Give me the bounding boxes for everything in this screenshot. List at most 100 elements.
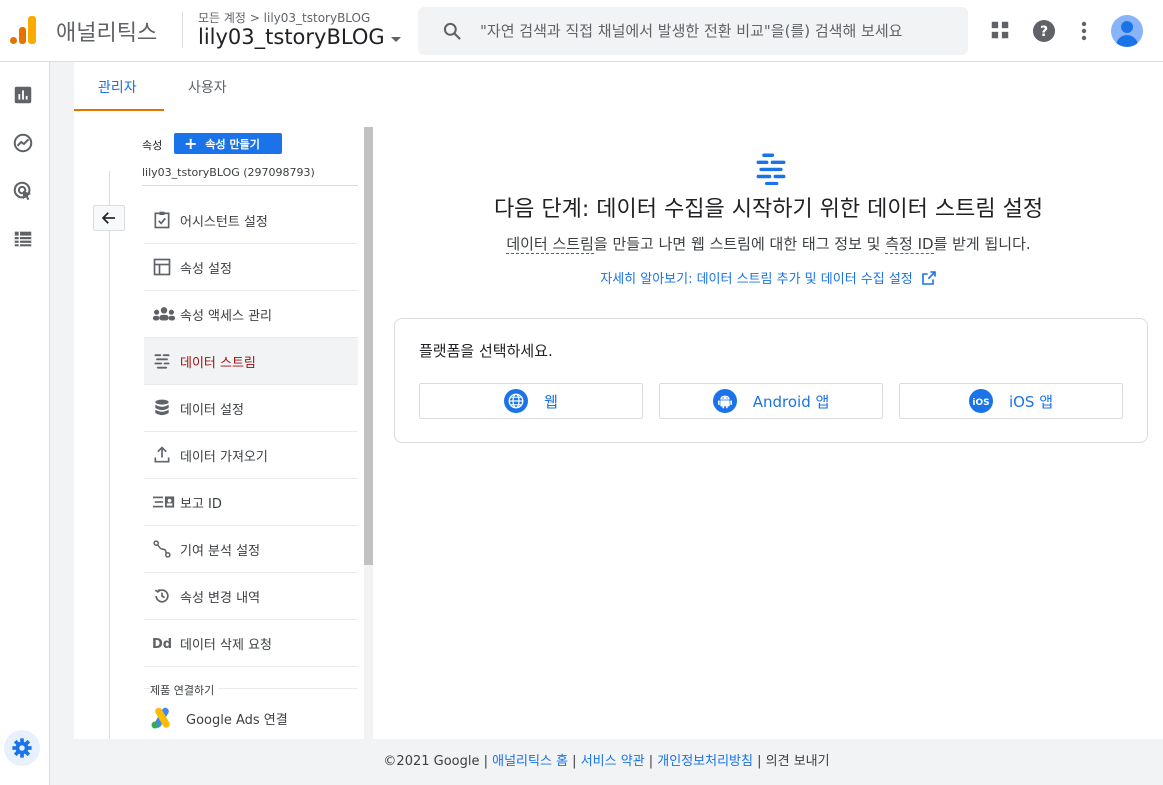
measurement-id-term[interactable]: 측정 ID [885,235,934,254]
reporting-id-icon [152,496,175,508]
menu-item-property-settings[interactable]: 속성 설정 [144,244,358,291]
google-ads-icon [151,707,170,729]
create-property-label: 속성 만들기 [205,137,260,151]
google-ads-link-item[interactable]: Google Ads 연결 [150,707,288,729]
menu-item-label: 데이터 스트림 [180,355,256,371]
feedback-link[interactable]: 의견 보내기 [766,754,830,769]
svg-text:?: ? [1040,24,1048,40]
menu-item-access-management[interactable]: 속성 액세스 관리 [144,291,358,338]
menu-item-label: 데이터 설정 [180,402,244,418]
admin-content: 속성 + 속성 만들기 lily03_tstoryBLOG (297098793… [74,111,1163,739]
top-app-bar: 애널리틱스 모든 계정 > lily03_tstoryBLOG lily03_t… [0,0,1163,62]
ios-icon: iOS [972,398,989,408]
footer-link-terms[interactable]: 서비스 약관 [581,754,645,769]
more-vert-icon[interactable] [1076,19,1092,43]
scrollbar-thumb[interactable] [364,127,373,565]
footer-link-privacy[interactable]: 개인정보처리방침 [657,754,753,769]
menu-item-label: 데이터 삭제 요청 [180,637,272,653]
account-name: lily03_tstoryBLOG [198,25,385,49]
menu-item-setup-assistant[interactable]: 어시스턴트 설정 [144,197,358,244]
breadcrumb[interactable]: 모든 계정 > lily03_tstoryBLOG [198,9,370,26]
property-menu: 어시스턴트 설정 속성 설정 속성 액세스 관리 데이터 스트림 데이터 설정 … [144,197,358,667]
gear-icon [12,738,32,758]
database-icon [155,399,169,416]
menu-item-label: 속성 액세스 관리 [180,308,272,324]
platform-prompt: 플랫폼을 선택하세요. [419,342,553,360]
data-streams-icon [756,153,786,185]
menu-item-data-settings[interactable]: 데이터 설정 [144,385,358,432]
bar-chart-icon[interactable] [12,84,34,106]
platform-web-label: 웹 [544,392,558,411]
property-name[interactable]: lily03_tstoryBLOG (297098793) [142,166,315,179]
checklist-icon [154,211,170,229]
layout-icon [153,258,171,276]
menu-item-reporting-id[interactable]: 보고 ID [144,479,358,526]
search-bar[interactable] [418,7,968,55]
menu-item-label: 데이터 가져오기 [180,449,268,465]
account-avatar[interactable] [1111,15,1143,47]
menu-item-change-history[interactable]: 속성 변경 내역 [144,573,358,620]
people-icon [152,307,176,321]
desc-text-end: 를 받게 됩니다. [933,235,1031,253]
learn-more-label: 자세히 알아보기: 데이터 스트림 추가 및 데이터 수집 설정 [600,272,913,287]
admin-settings-button[interactable] [4,730,40,766]
google-ads-label: Google Ads 연결 [186,712,288,728]
menu-item-label: 속성 변경 내역 [180,590,261,606]
tab-user[interactable]: 사용자 [188,77,227,97]
property-section-label: 속성 [142,139,163,152]
menu-item-label: 보고 ID [180,496,222,512]
create-property-button[interactable]: + 속성 만들기 [174,133,282,154]
platform-card: 플랫폼을 선택하세요. 웹 Android 앱 iOS iOS 앱 [394,318,1148,443]
menu-item-label: 속성 설정 [180,261,232,277]
analytics-logo-icon[interactable] [8,14,38,46]
android-icon [717,395,732,409]
search-input[interactable] [480,22,960,40]
platform-ios-button[interactable]: iOS iOS 앱 [899,383,1123,419]
back-button[interactable] [93,205,125,231]
globe-icon [508,393,524,409]
menu-item-data-deletion[interactable]: Dd 데이터 삭제 요청 [144,620,358,667]
admin-tabs: 관리자 사용자 [74,62,1163,111]
table-icon[interactable] [12,228,34,250]
platform-web-button[interactable]: 웹 [419,383,643,419]
svg-text:iOS: iOS [972,398,989,408]
caret-down-icon [390,36,401,42]
apps-grid-icon[interactable] [989,19,1011,41]
streams-icon [154,354,170,369]
open-in-new-icon [921,270,936,285]
tab-admin[interactable]: 관리자 [98,77,137,97]
advertising-icon[interactable] [12,180,34,202]
menu-item-data-streams[interactable]: 데이터 스트림 [144,338,358,385]
app-name[interactable]: 애널리틱스 [56,15,157,47]
footer: ©2021 Google | 애널리틱스 홈 | 서비스 약관 | 개인정보처리… [383,754,830,769]
left-nav-rail [0,62,50,785]
dd-icon: Dd [152,637,172,652]
upload-icon [154,446,170,463]
product-links-label: 제품 연결하기 [150,682,219,698]
property-underline [142,185,358,186]
learn-more-link[interactable]: 자세히 알아보기: 데이터 스트림 추가 및 데이터 수집 설정 [374,268,1163,287]
search-icon [443,22,461,40]
menu-item-label: 기여 분석 설정 [180,543,261,559]
history-icon [154,588,169,603]
platform-ios-label: iOS 앱 [1008,392,1054,411]
platform-android-button[interactable]: Android 앱 [659,383,883,419]
attribution-icon [153,540,171,558]
data-stream-term[interactable]: 데이터 스트림 [506,235,594,254]
plus-icon: + [184,133,198,153]
platform-android-label: Android 앱 [752,392,830,411]
page-title: 다음 단계: 데이터 수집을 시작하기 위한 데이터 스트림 설정 [493,197,1044,222]
footer-link-analytics-home[interactable]: 애널리틱스 홈 [492,754,568,769]
explore-icon[interactable] [12,132,34,154]
account-selector[interactable]: lily03_tstoryBLOG [198,25,401,49]
tree-line [109,171,110,739]
menu-item-attribution-settings[interactable]: 기여 분석 설정 [144,526,358,573]
desc-text: 을 만들고 나면 웹 스트림에 대한 태그 정보 및 [593,235,886,253]
page-description: 데이터 스트림을 만들고 나면 웹 스트림에 대한 태그 정보 및 측정 ID를… [374,233,1163,254]
menu-item-data-import[interactable]: 데이터 가져오기 [144,432,358,479]
copyright: ©2021 Google [383,754,480,769]
svg-text:Dd: Dd [152,637,172,652]
arrow-back-icon [101,212,115,224]
help-icon[interactable]: ? [1032,19,1056,43]
menu-item-label: 어시스턴트 설정 [180,214,268,230]
